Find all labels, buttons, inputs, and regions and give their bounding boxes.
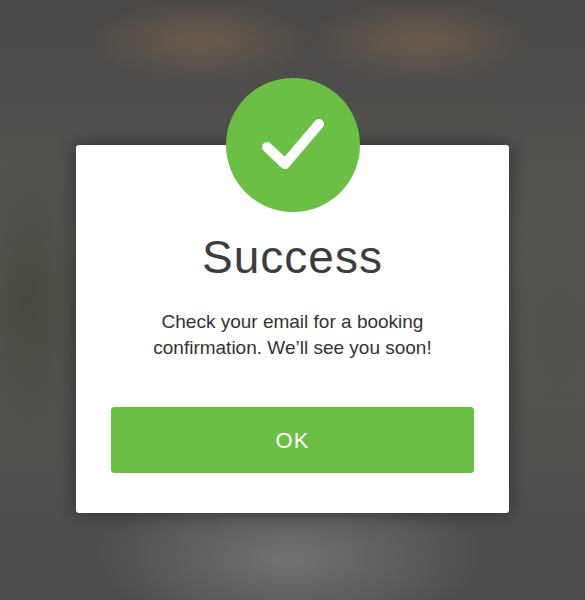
dialog-message: Check your email for a booking confirmat…	[111, 309, 474, 361]
dialog-title: Success	[111, 230, 474, 285]
background-photo: Success Check your email for a booking c…	[0, 0, 585, 600]
checkmark-icon	[261, 117, 325, 173]
success-badge	[226, 78, 360, 212]
ok-button[interactable]: OK	[111, 407, 474, 473]
success-dialog: Success Check your email for a booking c…	[76, 145, 509, 513]
